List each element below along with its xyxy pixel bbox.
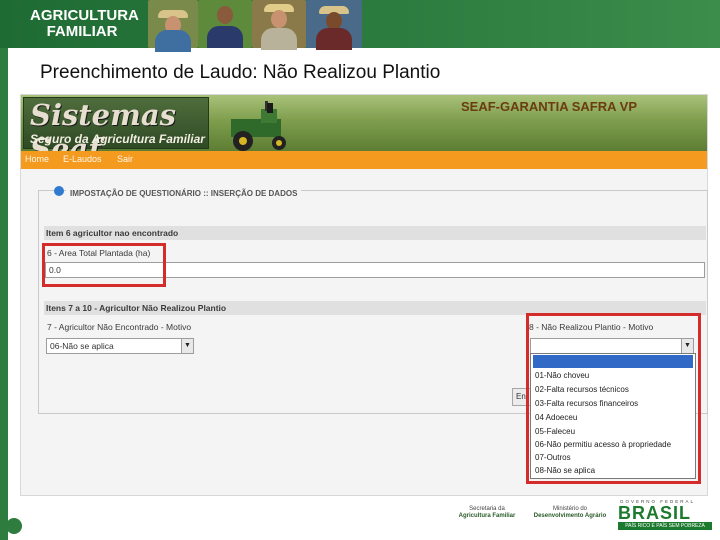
left-accent-strip <box>0 48 8 540</box>
bottom-left-dot <box>6 518 22 534</box>
banner-title: AGRICULTURA FAMILIAR <box>30 7 139 40</box>
banner-title-line1: AGRICULTURA <box>30 7 139 24</box>
logo-sub-text: Seguro da Agricultura Familiar <box>30 132 205 146</box>
farmer-photo-4 <box>306 0 362 50</box>
banner-title-line2: FAMILIAR <box>46 23 118 40</box>
ministerio-logo: Ministério do Desenvolvimento Agrário <box>528 506 612 520</box>
nav-sair-link[interactable]: Sair <box>117 154 133 164</box>
ministerio-line2: Desenvolvimento Agrário <box>533 513 607 519</box>
field6-highlight-box <box>42 243 166 287</box>
brasil-logo: BRASIL <box>618 503 691 523</box>
ministerio-line1: Ministério do <box>552 506 587 512</box>
field7-label: 7 - Agricultor Não Encontrado - Motivo <box>47 322 192 332</box>
app-nav-bar: Home E-Laudos Sair <box>21 151 707 169</box>
field7-selected-value: 06-Não se aplica <box>50 341 114 351</box>
panel-legend: IMPOSTAÇÃO DE QUESTIONÁRIO :: INSERÇÃO D… <box>66 186 302 202</box>
farmer-photo-3 <box>252 0 306 50</box>
slide-title: Preenchimento de Laudo: Não Realizou Pla… <box>40 62 441 83</box>
chevron-down-icon[interactable]: ▼ <box>181 339 193 353</box>
field8-highlight-box <box>526 313 701 484</box>
legend-arrow-icon <box>54 186 64 196</box>
top-banner: AGRICULTURA FAMILIAR <box>0 0 720 52</box>
nav-home-link[interactable]: Home <box>25 154 49 164</box>
nao-encontrado-motivo-select[interactable]: 06-Não se aplica ▼ <box>46 338 194 354</box>
brasil-slogan: PAÍS RICO É PAÍS SEM POBREZA <box>618 522 712 530</box>
sistemas-seaf-logo: Sistemas Seaf Seguro da Agricultura Fami… <box>23 97 209 166</box>
section-item6-header: Item 6 agricultor nao encontrado <box>44 226 706 240</box>
farmer-photo-2 <box>198 0 252 48</box>
secretaria-line1: Secretaria da <box>469 506 505 512</box>
farmer-photo-1 <box>148 0 198 52</box>
nav-e-laudos-link[interactable]: E-Laudos <box>63 154 102 164</box>
secretaria-logo: Secretaria da Agricultura Familiar <box>452 506 522 520</box>
tractor-icon <box>231 101 286 151</box>
app-header-title: SEAF-GARANTIA SAFRA VP <box>461 99 637 114</box>
app-header: Sistemas Seaf Seguro da Agricultura Fami… <box>21 95 707 166</box>
secretaria-line2: Agricultura Familiar <box>458 513 516 519</box>
